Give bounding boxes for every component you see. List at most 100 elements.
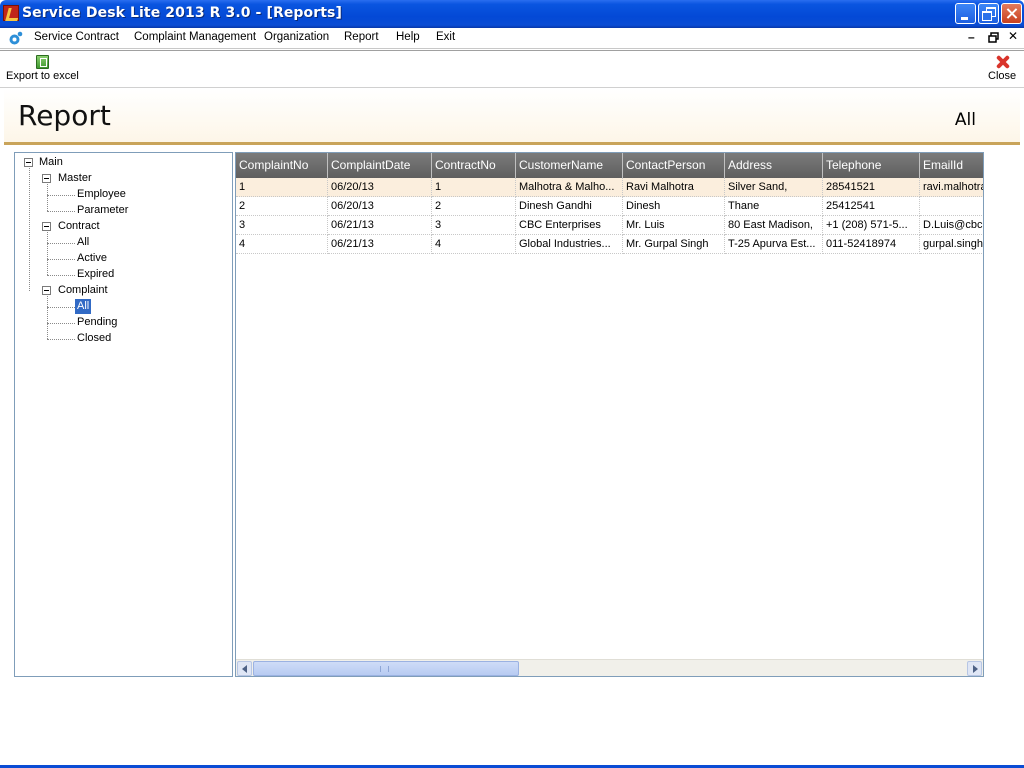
tree-node-contract-active[interactable]: Active [77,252,107,264]
tree-line [29,168,30,291]
cell-telephone[interactable]: 25412541 [823,197,920,216]
app-icon [3,5,19,21]
tree-line [47,307,75,308]
title-bar[interactable]: Service Desk Lite 2013 R 3.0 - [Reports] [0,0,1024,28]
cell-telephone[interactable]: +1 (208) 571-5... [823,216,920,235]
cell-emailid[interactable]: D.Luis@cbce [920,216,983,235]
cell-customername[interactable]: CBC Enterprises [516,216,623,235]
close-button[interactable]: Close [988,55,1016,82]
cell-customername[interactable]: Malhotra & Malho... [516,178,623,197]
cell-complaintno[interactable]: 3 [236,216,328,235]
tree-node-employee[interactable]: Employee [77,188,126,200]
export-to-excel-button[interactable]: Export to excel [6,55,79,82]
tree-line [47,296,48,339]
toolbar: Export to excel Close [0,50,1024,88]
minimize-button[interactable] [955,3,976,24]
tree-node-parameter[interactable]: Parameter [77,204,128,216]
scroll-right-icon[interactable] [967,661,982,676]
tree-line [47,243,75,244]
cell-contractno[interactable]: 1 [432,178,516,197]
tree-collapse-main-icon[interactable] [24,158,33,167]
cell-telephone[interactable]: 28541521 [823,178,920,197]
tree-node-master[interactable]: Master [58,172,92,184]
cell-customername[interactable]: Dinesh Gandhi [516,197,623,216]
tree-node-contract[interactable]: Contract [58,220,100,232]
horizontal-scrollbar[interactable] [236,659,983,676]
menu-bar: Service Contract Complaint Management Or… [0,28,1024,49]
cell-emailid[interactable]: gurpal.singh [920,235,983,254]
column-header-address[interactable]: Address [725,153,823,178]
cell-address[interactable]: T-25 Apurva Est... [725,235,823,254]
cell-complaintdate[interactable]: 06/20/13 [328,178,432,197]
mdi-minimize-icon[interactable]: – [968,30,975,44]
tree-line [47,339,75,340]
column-header-complaintdate[interactable]: ComplaintDate [328,153,432,178]
menu-report[interactable]: Report [344,31,379,43]
tree-node-complaint[interactable]: Complaint [58,284,108,296]
cell-emailid[interactable]: ravi.malhotra [920,178,983,197]
close-label: Close [988,70,1017,82]
tree-node-complaint-closed[interactable]: Closed [77,332,111,344]
mdi-close-icon[interactable]: ✕ [1008,29,1018,43]
tree-node-contract-expired[interactable]: Expired [77,268,114,280]
tree-node-complaint-all[interactable]: All [75,299,92,314]
export-to-excel-label: Export to excel [6,70,79,82]
column-header-telephone[interactable]: Telephone [823,153,920,178]
cell-complaintno[interactable]: 2 [236,197,328,216]
menu-service-contract[interactable]: Service Contract [34,31,119,43]
report-grid: ComplaintNo ComplaintDate ContractNo Cus… [235,152,984,677]
cell-emailid[interactable] [920,197,983,216]
tree-line [47,211,75,212]
restore-button[interactable] [978,3,999,24]
cell-contactperson[interactable]: Mr. Gurpal Singh [623,235,725,254]
cell-address[interactable]: Thane [725,197,823,216]
tree-collapse-contract-icon[interactable] [42,222,51,231]
menu-complaint-management[interactable]: Complaint Management [134,31,256,43]
tree-line [47,184,48,211]
column-header-complaintno[interactable]: ComplaintNo [236,153,328,178]
cell-complaintdate[interactable]: 06/20/13 [328,197,432,216]
column-header-contactperson[interactable]: ContactPerson [623,153,725,178]
cell-contractno[interactable]: 4 [432,235,516,254]
excel-icon [35,55,49,69]
column-header-contractno[interactable]: ContractNo [432,153,516,178]
tree-line [47,232,48,275]
tree-collapse-complaint-icon[interactable] [42,286,51,295]
report-filter-label: All [954,110,976,130]
menu-exit[interactable]: Exit [436,31,455,43]
cell-contactperson[interactable]: Mr. Luis [623,216,725,235]
tree-line [47,195,75,196]
cell-complaintno[interactable]: 4 [236,235,328,254]
menu-organization[interactable]: Organization [264,31,329,43]
tree-node-complaint-pending[interactable]: Pending [77,316,117,328]
app-logo-icon [9,31,23,45]
cell-contactperson[interactable]: Dinesh [623,197,725,216]
cell-complaintno[interactable]: 1 [236,178,328,197]
tree-line [47,259,75,260]
tree-line [47,323,75,324]
tree-collapse-master-icon[interactable] [42,174,51,183]
window-title: Service Desk Lite 2013 R 3.0 - [Reports] [22,5,342,21]
column-header-emailid[interactable]: EmailId [920,153,983,178]
cell-contractno[interactable]: 3 [432,216,516,235]
column-header-customername[interactable]: CustomerName [516,153,623,178]
cell-customername[interactable]: Global Industries... [516,235,623,254]
cell-address[interactable]: Silver Sand, [725,178,823,197]
cell-complaintdate[interactable]: 06/21/13 [328,216,432,235]
close-window-button[interactable] [1001,3,1022,24]
cell-contractno[interactable]: 2 [432,197,516,216]
page-title: Report [18,99,111,132]
cell-contactperson[interactable]: Ravi Malhotra [623,178,725,197]
scrollbar-thumb[interactable] [253,661,519,676]
report-header: Report All [4,89,1020,145]
scroll-left-icon[interactable] [237,661,252,676]
report-tree: Main Master Employee Parameter Contract … [14,152,233,677]
mdi-restore-icon[interactable] [988,32,999,43]
cell-address[interactable]: 80 East Madison, [725,216,823,235]
tree-line [47,275,75,276]
tree-node-main[interactable]: Main [39,156,63,168]
cell-telephone[interactable]: 011-52418974 [823,235,920,254]
cell-complaintdate[interactable]: 06/21/13 [328,235,432,254]
menu-help[interactable]: Help [396,31,420,43]
tree-node-contract-all[interactable]: All [77,236,89,248]
